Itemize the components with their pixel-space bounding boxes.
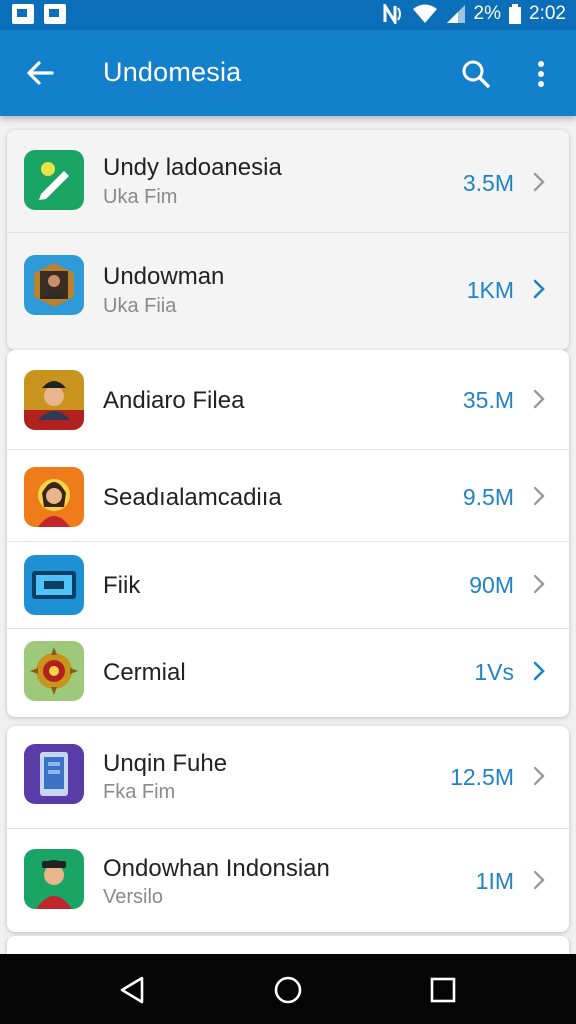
status-bar: 2% 2:02 [0,0,576,30]
list-item-size: 1KM [466,277,514,303]
chevron-right-icon [533,389,545,409]
photo-notification-icon [44,4,66,24]
signal-icon [446,5,465,23]
chevron-right-icon [533,766,545,786]
list-item-title: Ondowhan Indonsian [103,855,330,882]
list-item[interactable]: Seadıalamcadiıa 9.5M [7,450,569,542]
app-group-1: Undy ladoanesia Uka Fim 3.5M Undowman Uk… [7,130,569,350]
battery-icon [509,4,522,24]
image-notification-icon [12,4,34,24]
nav-home-button[interactable] [270,972,306,1008]
list-item-size: 1Vs [474,659,514,685]
system-nav-bar [0,954,576,1024]
list-item[interactable]: Unqin Fuhe Fka Fim 12.5M [7,726,569,829]
man-portrait-app-icon [24,849,84,909]
list-item[interactable]: Ondowhan Indonsian Versilo 1IM [7,829,569,932]
list-item-title: Cermial [103,659,186,686]
list-item-title: Fiik [103,572,141,599]
chevron-right-icon [533,172,545,192]
chevron-right-icon [533,870,545,890]
nav-recents-button[interactable] [425,972,461,1008]
list-item-subtitle: Versilo [103,886,164,908]
app-group-3: Unqin Fuhe Fka Fim 12.5M Ondowhan Indons… [7,726,569,932]
list-item[interactable]: Undowman Uka Fiia 1KM [7,233,569,350]
chevron-right-icon [533,574,545,594]
status-left-icons [12,4,66,24]
tablet-app-icon [24,744,84,804]
list-item-size: 35.M [462,387,514,413]
woman-portrait-app-icon [24,467,84,527]
list-item-subtitle: Uka Fim [103,186,178,208]
clock: 2:02 [529,3,566,24]
list-item-size: 90M [469,572,514,598]
nfc-icon [383,4,401,24]
battery-percent: 2% [473,3,502,24]
list-item-title: Seadıalamcadiıa [103,484,282,511]
list-item-title: Unqin Fuhe [103,750,228,777]
list-item-size: 9.5M [462,484,514,510]
page-title: Undomesia [103,57,242,87]
list-item-title: Undy ladoanesia [103,154,282,181]
list-item-size: 1IM [475,868,514,894]
list-item-size: 12.5M [450,764,514,790]
chevron-right-icon [533,279,545,299]
list-item[interactable]: Undy ladoanesia Uka Fim 3.5M [7,130,569,233]
app-bar: Undomesia [0,30,576,116]
list-item[interactable]: Fiik 90M [7,542,569,629]
search-button[interactable] [456,54,496,94]
list-item-title: Andiaro Filea [103,387,245,414]
wifi-icon [412,4,437,23]
green-edit-app-icon [24,150,84,210]
list-item[interactable]: Andiaro Filea 35.M [7,350,569,450]
nav-back-button[interactable] [114,972,150,1008]
chevron-right-icon [533,486,545,506]
recents-square-icon [430,977,456,1003]
list-item-size: 3.5M [462,170,514,196]
officer-portrait-app-icon [24,370,84,430]
tv-app-icon [24,555,84,615]
status-right-icons: 2% 2:02 [382,3,566,25]
emblem-app-icon [24,641,84,701]
back-button[interactable] [22,55,58,91]
list-item-subtitle: Fka Fim [103,781,176,803]
list-item-title: Undowman [103,263,225,290]
search-icon [462,60,490,88]
list-item-subtitle: Uka Fiia [103,295,177,317]
home-circle-icon [274,976,302,1004]
chevron-right-icon [533,661,545,681]
list-item[interactable]: Cermial 1Vs [7,629,569,717]
more-options-button[interactable] [526,54,556,94]
back-triangle-icon [120,976,144,1004]
app-group-2: Andiaro Filea 35.M Seadıalamcadiıa 9.5M [7,350,569,717]
more-vert-icon [538,61,544,87]
back-arrow-icon [27,61,54,85]
portrait-frame-app-icon [24,255,84,315]
